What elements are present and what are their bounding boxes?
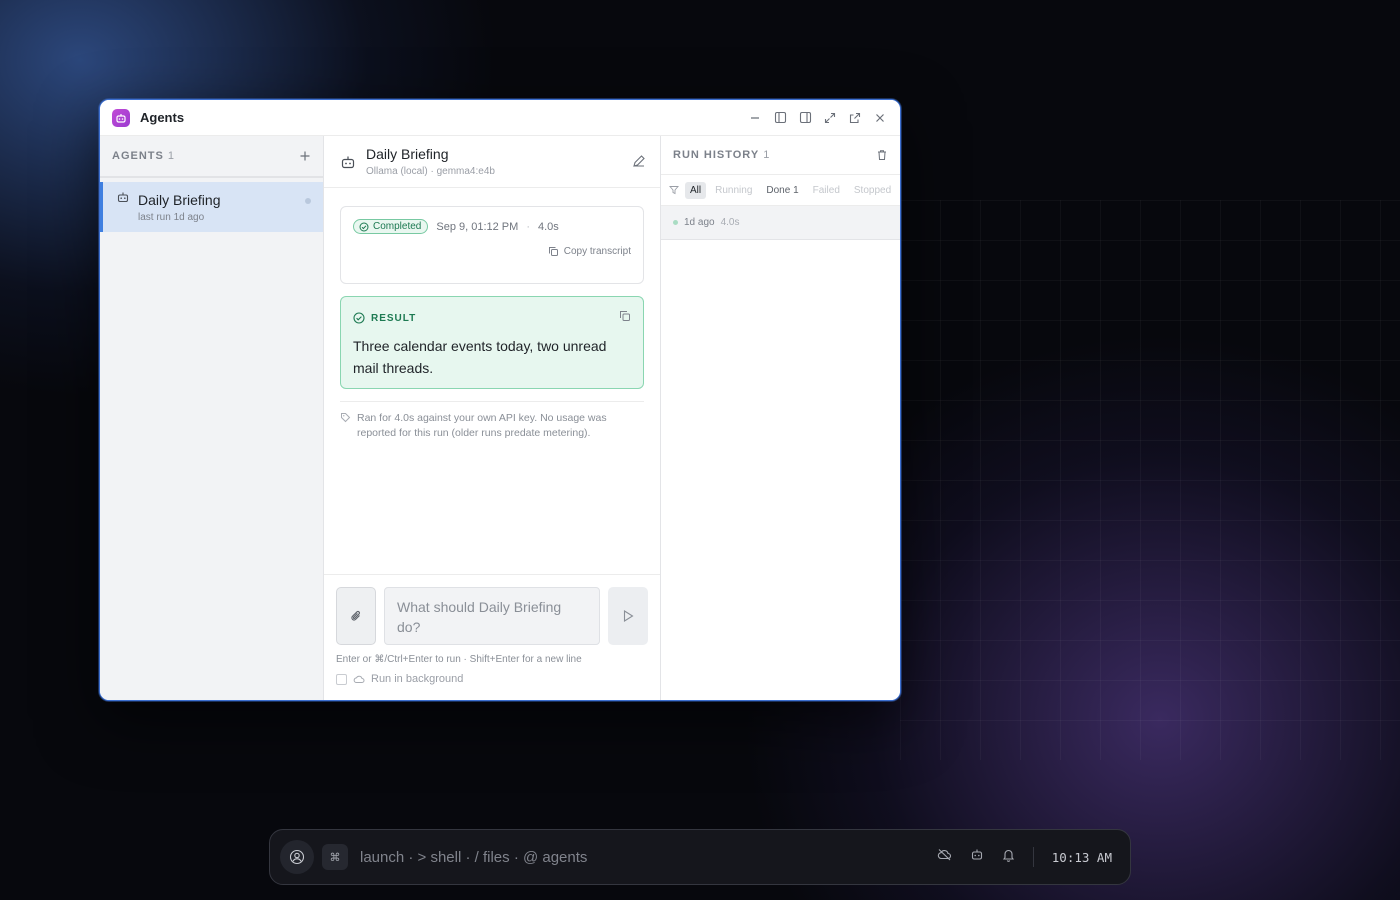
run-in-background-label: Run in background bbox=[371, 673, 464, 685]
copy-transcript-label: Copy transcript bbox=[563, 246, 631, 257]
tag-icon bbox=[341, 413, 351, 423]
user-avatar[interactable] bbox=[280, 840, 314, 874]
result-card: RESULT Three calendar events today, two … bbox=[340, 296, 644, 389]
sidebar-right-icon[interactable] bbox=[797, 110, 813, 126]
run-card: Completed Sep 9, 01:12 PM · 4.0s Copy tr… bbox=[340, 206, 644, 284]
window-title: Agents bbox=[140, 110, 185, 125]
run-timestamp: Sep 9, 01:12 PM bbox=[436, 220, 519, 233]
agents-label: AGENTS bbox=[112, 150, 164, 162]
launcher-input[interactable]: launch · > shell · / files · @ agents bbox=[360, 849, 587, 866]
prompt-input[interactable]: What should Daily Briefing do? bbox=[384, 587, 600, 645]
check-circle-icon bbox=[359, 222, 369, 231]
filter-running[interactable]: Running bbox=[710, 182, 757, 199]
run-duration: 4.0s bbox=[720, 217, 740, 228]
history-label: RUN HISTORY 1 bbox=[673, 149, 770, 161]
agents-section-label: AGENTS 1 bbox=[112, 150, 175, 162]
sidebar-left-icon[interactable] bbox=[772, 110, 788, 126]
clear-history-button[interactable] bbox=[876, 146, 888, 164]
history-run-row[interactable]: 1d ago 4.0s bbox=[661, 206, 900, 240]
window-controls bbox=[747, 110, 888, 126]
paperclip-icon bbox=[350, 610, 360, 621]
robot-icon bbox=[340, 154, 356, 175]
agents-sidebar: AGENTS 1 Daily Briefing last run 1d ago bbox=[100, 136, 324, 700]
window-titlebar[interactable]: Agents bbox=[100, 100, 900, 136]
history-count: 1 bbox=[763, 149, 771, 161]
agents-window: Agents AGENTS 1 Daily Briefing last run … bbox=[99, 99, 901, 701]
close-icon[interactable] bbox=[872, 110, 888, 126]
history-title: RUN HISTORY bbox=[673, 149, 760, 161]
copy-icon bbox=[548, 247, 558, 256]
agent-status-dot bbox=[305, 198, 311, 204]
history-header: RUN HISTORY 1 bbox=[661, 136, 900, 174]
bell-icon[interactable] bbox=[1002, 848, 1015, 867]
status-badge: Completed bbox=[353, 219, 429, 234]
run-history-pane: RUN HISTORY 1 All Running Done 1 Failed S… bbox=[661, 136, 900, 700]
run-status-dot bbox=[673, 220, 678, 225]
run-in-background-checkbox[interactable] bbox=[336, 673, 347, 685]
copy-icon bbox=[620, 311, 630, 321]
filter-all[interactable]: All bbox=[685, 181, 707, 199]
trash-icon bbox=[878, 150, 886, 160]
play-icon bbox=[623, 610, 634, 622]
robot-icon bbox=[112, 108, 130, 127]
run-in-background-row: Run in background bbox=[336, 673, 648, 685]
cloud-icon bbox=[353, 675, 365, 684]
agent-detail-pane: Daily Briefing Ollama (local) · gemma4:e… bbox=[324, 136, 661, 700]
desktop-grid bbox=[900, 200, 1400, 760]
send-button[interactable] bbox=[608, 587, 648, 645]
agent-title: Daily Briefing bbox=[366, 146, 449, 162]
agents-count: 1 bbox=[167, 150, 175, 162]
agent-header: Daily Briefing Ollama (local) · gemma4:e… bbox=[324, 136, 660, 188]
filter-failed[interactable]: Failed bbox=[808, 182, 845, 199]
attach-button[interactable] bbox=[336, 587, 376, 645]
result-label: RESULT bbox=[371, 312, 417, 324]
pop-out-icon[interactable] bbox=[847, 110, 863, 126]
result-text: Three calendar events today, two unread … bbox=[353, 338, 607, 376]
filter-icon bbox=[669, 186, 679, 195]
composer: What should Daily Briefing do? Enter or … bbox=[324, 574, 660, 700]
filter-stopped[interactable]: Stopped bbox=[849, 182, 896, 199]
edit-agent-button[interactable] bbox=[632, 154, 646, 173]
agent-model: Ollama (local) · gemma4:e4b bbox=[366, 166, 495, 177]
robot-icon bbox=[116, 190, 130, 209]
command-key[interactable]: ⌘ bbox=[322, 844, 348, 870]
check-circle-icon bbox=[353, 312, 365, 324]
dock-tray: 10:13 AM bbox=[937, 847, 1120, 867]
clock: 10:13 AM bbox=[1051, 849, 1112, 865]
dock-separator bbox=[1032, 847, 1034, 867]
sidebar-header: AGENTS 1 bbox=[100, 136, 323, 178]
status-text: Completed bbox=[373, 221, 422, 232]
agent-last-run: last run 1d ago bbox=[138, 212, 205, 223]
divider bbox=[340, 401, 644, 402]
plus-icon bbox=[300, 151, 310, 161]
minimize-icon[interactable] bbox=[747, 110, 763, 126]
maximize-icon[interactable] bbox=[822, 110, 838, 126]
cloud-off-icon[interactable] bbox=[937, 848, 952, 866]
user-circle-icon bbox=[289, 849, 305, 865]
history-filters: All Running Done 1 Failed Stopped bbox=[661, 174, 900, 206]
copy-result-button[interactable] bbox=[619, 309, 631, 327]
usage-note: Ran for 4.0s against your own API key. N… bbox=[340, 411, 644, 441]
composer-hint: Enter or ⌘/Ctrl+Enter to run · Shift+Ent… bbox=[336, 654, 582, 665]
pencil-icon bbox=[633, 155, 645, 167]
dock: ⌘ launch · > shell · / files · @ agents … bbox=[269, 829, 1131, 885]
usage-note-text: Ran for 4.0s against your own API key. N… bbox=[357, 412, 607, 439]
sidebar-item-daily-briefing[interactable]: Daily Briefing last run 1d ago bbox=[100, 182, 323, 232]
add-agent-button[interactable] bbox=[299, 147, 311, 165]
separator-dot: · bbox=[526, 220, 530, 233]
robot-icon[interactable] bbox=[970, 848, 984, 866]
run-when: 1d ago bbox=[684, 217, 715, 228]
agent-name: Daily Briefing bbox=[138, 191, 221, 208]
copy-transcript-button[interactable]: Copy transcript bbox=[353, 246, 631, 257]
run-duration: 4.0s bbox=[537, 220, 559, 233]
filter-done[interactable]: Done 1 bbox=[761, 182, 803, 199]
